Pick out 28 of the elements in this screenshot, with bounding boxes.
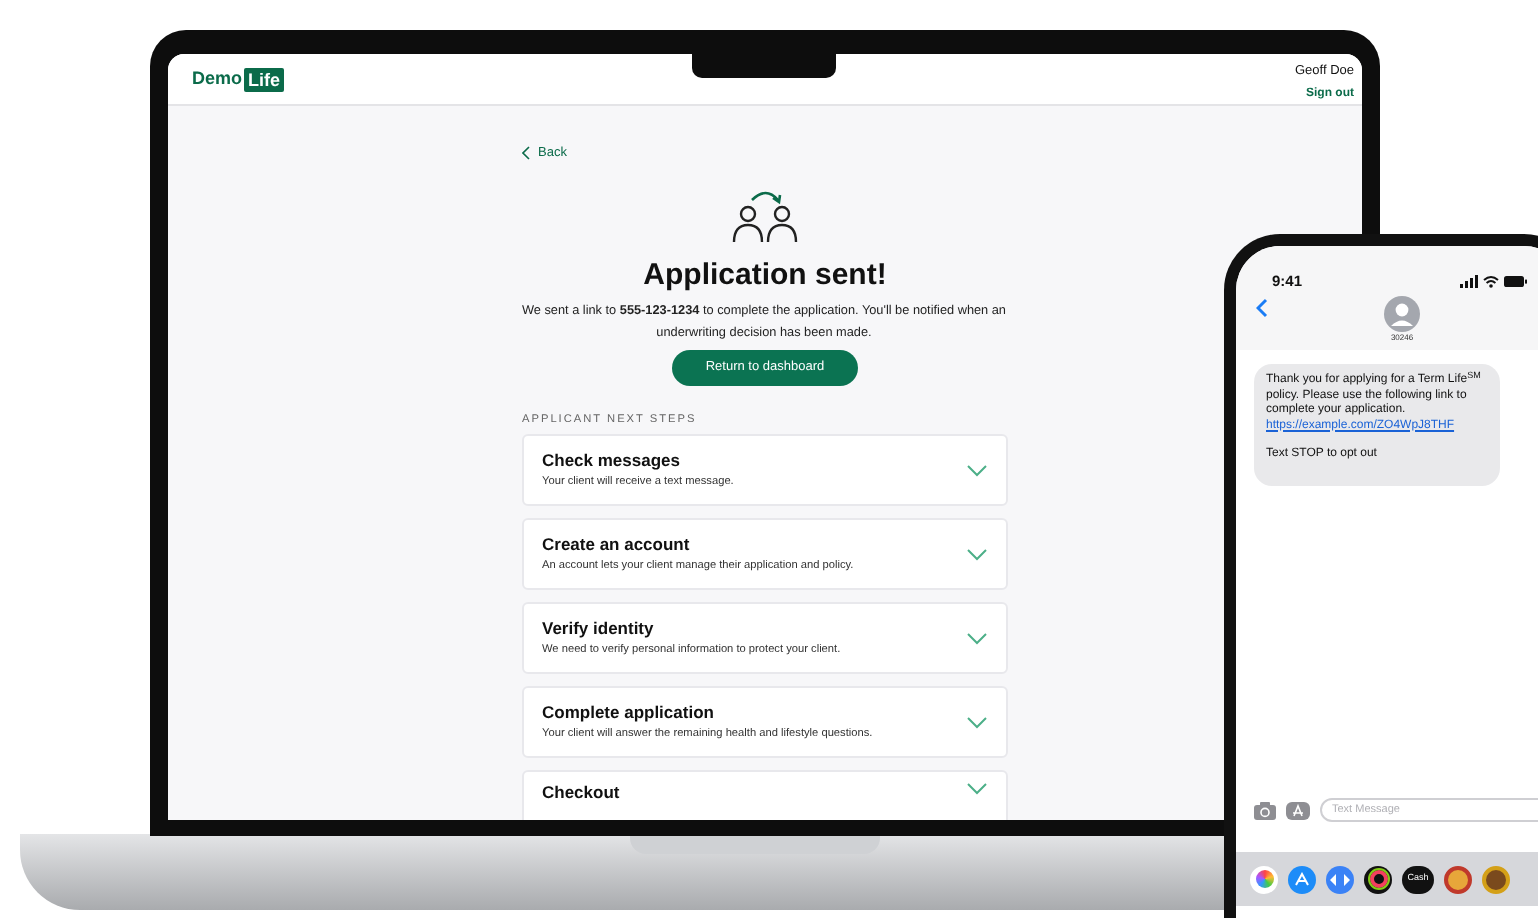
- page-title: Application sent!: [643, 257, 887, 294]
- activity-rings-icon[interactable]: [1364, 865, 1392, 893]
- photos-app-icon[interactable]: [1250, 865, 1278, 893]
- sticker-app-icon[interactable]: [1482, 865, 1510, 893]
- logo-badge: Life: [244, 67, 285, 91]
- people-transfer-icon: [729, 187, 801, 244]
- step-title: Create an account: [542, 534, 692, 555]
- camera-icon[interactable]: [1254, 801, 1276, 819]
- step-title: Checkout: [542, 782, 620, 803]
- chevron-down-icon[interactable]: [966, 631, 988, 646]
- logo-text: Demo: [192, 65, 243, 92]
- step-title: Complete application: [542, 702, 716, 723]
- step-card[interactable]: Checkout: [522, 770, 1008, 820]
- chevron-down-icon[interactable]: [966, 463, 988, 478]
- chevron-down-icon[interactable]: [966, 782, 988, 797]
- chevron-down-icon[interactable]: [966, 547, 988, 562]
- step-title: Verify identity: [542, 618, 656, 639]
- contact-avatar-icon: [1384, 296, 1420, 333]
- back-chevron-icon[interactable]: [1256, 298, 1268, 318]
- sticker-app-icon[interactable]: [1444, 865, 1472, 893]
- status-icons: [1460, 274, 1528, 289]
- chevron-left-icon: [522, 146, 530, 161]
- app-store-app-icon[interactable]: [1288, 865, 1316, 893]
- app-store-icon[interactable]: [1286, 801, 1310, 819]
- audio-app-icon[interactable]: [1326, 865, 1354, 893]
- camera-notch: [692, 54, 836, 78]
- step-title: Check messages: [542, 450, 682, 471]
- chevron-down-icon[interactable]: [966, 715, 988, 730]
